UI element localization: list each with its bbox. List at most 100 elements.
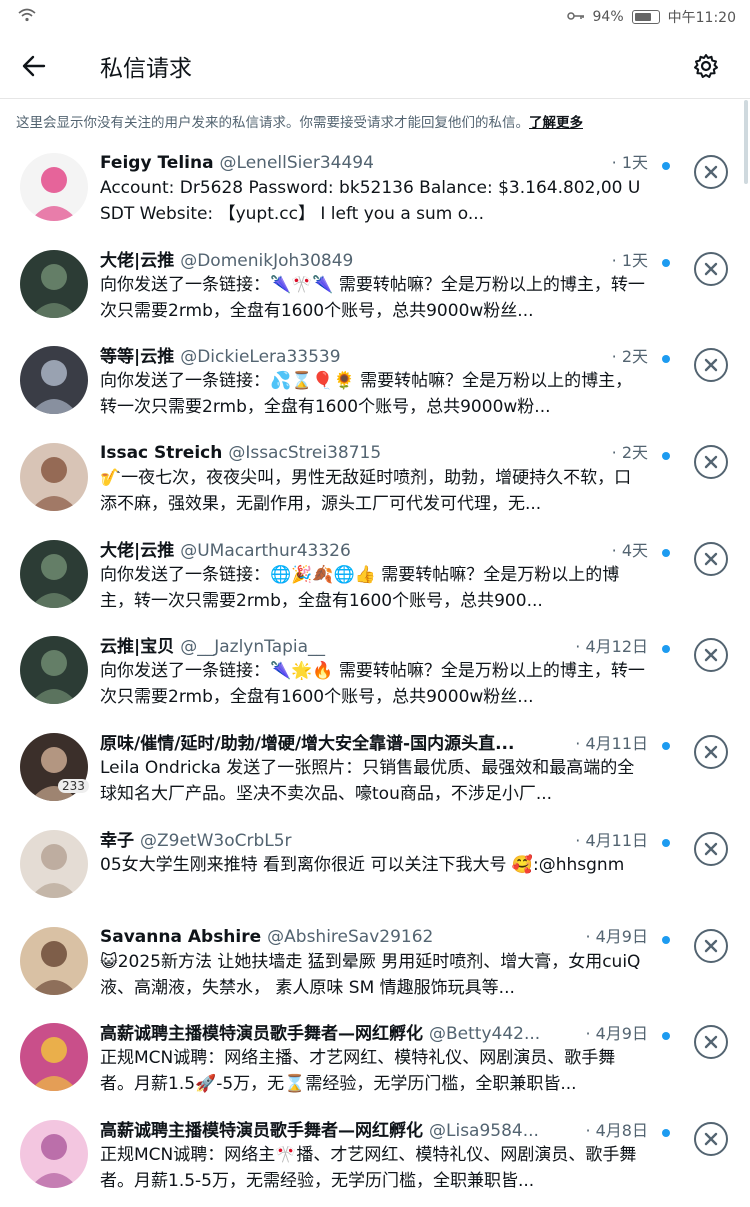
request-row[interactable]: 高薪诚聘主播模特演员歌手舞者—网红孵化 @Lisa9584... · 4月8日 … xyxy=(0,1110,750,1207)
battery-level: 94% xyxy=(592,9,624,25)
request-row[interactable]: 等等|云推 @DickieLera33539 · 2天 向你发送了一条链接：💦⌛… xyxy=(0,336,750,433)
arrow-left-icon xyxy=(22,55,46,77)
close-icon xyxy=(704,939,718,952)
unread-dot xyxy=(662,935,670,944)
learn-more-link[interactable]: 了解更多 xyxy=(529,115,583,131)
avatar[interactable] xyxy=(20,249,88,318)
sender-name: 大佬|云推 xyxy=(100,250,175,271)
sender-name: 高薪诚聘主播模特演员歌手舞者—网红孵化 xyxy=(100,1024,423,1045)
request-row[interactable]: 大佬|云推 @DomenikJoh30849 · 1天 向你发送了一条链接：🌂🎌… xyxy=(0,240,750,337)
unread-dot xyxy=(662,1032,670,1041)
scrollbar[interactable] xyxy=(744,100,748,184)
sender-handle: @LenellSier34494 xyxy=(219,153,374,173)
request-row[interactable]: 云推|宝贝 @__JazlynTapia__ · 4月12日 向你发送了一条链接… xyxy=(0,626,750,723)
dismiss-button[interactable] xyxy=(694,445,728,480)
request-content[interactable]: 等等|云推 @DickieLera33539 · 2天 向你发送了一条链接：💦⌛… xyxy=(100,342,648,420)
notice-text: 这里会显示你没有关注的用户发来的私信请求。你需要接受请求才能回复他们的私信。 xyxy=(16,115,529,131)
avatar[interactable] xyxy=(20,1119,88,1188)
message-preview: 😺2025新方法 让她扶墙走 猛到晕厥 男用延时喷剂、增大膏，女用cuiQ液、高… xyxy=(100,951,641,998)
sender-handle: @UMacarthur43326 xyxy=(180,540,351,561)
dismiss-button[interactable] xyxy=(694,638,728,673)
sender-handle: @Z9etW3oCrbL5r xyxy=(140,830,292,851)
dismiss-button[interactable] xyxy=(694,928,728,963)
timestamp: · 4月11日 xyxy=(575,734,648,754)
request-content[interactable]: 云推|宝贝 @__JazlynTapia__ · 4月12日 向你发送了一条链接… xyxy=(100,632,648,710)
sender-name: Issac Streich xyxy=(100,443,223,464)
sender-name: 大佬|云推 xyxy=(100,540,175,561)
request-content[interactable]: 高薪诚聘主播模特演员歌手舞者—网红孵化 @Lisa9584... · 4月8日 … xyxy=(100,1116,648,1194)
unread-dot xyxy=(662,742,670,751)
unread-count-badge: 233 xyxy=(58,779,89,794)
request-row[interactable]: 233 原味/催情/延时/助勃/增硬/增大安全靠谱-国内源头直... · 4月1… xyxy=(0,723,750,820)
request-row[interactable]: Issac Streich @IssacStrei38715 · 2天 🎷一夜七… xyxy=(0,433,750,530)
unread-dot xyxy=(662,838,670,847)
request-row[interactable]: Feigy Telina @LenellSier34494 · 1天 Accou… xyxy=(0,143,750,240)
request-content[interactable]: Savanna Abshire @AbshireSav29162 · 4月9日 … xyxy=(100,923,648,1001)
sender-name: 云推|宝贝 xyxy=(100,637,175,658)
avatar[interactable] xyxy=(20,153,88,221)
dismiss-button[interactable] xyxy=(694,541,728,576)
request-content[interactable]: 原味/催情/延时/助勃/增硬/增大安全靠谱-国内源头直... · 4月11日 L… xyxy=(100,729,648,807)
timestamp: · 4天 xyxy=(611,540,648,560)
message-preview: 正规MCN诚聘：网络主播、才艺网红、模特礼仪、网剧演员、歌手舞者。月薪1.5🚀-… xyxy=(100,1048,616,1095)
timestamp: · 4月9日 xyxy=(585,926,648,946)
dismiss-button[interactable] xyxy=(694,348,728,383)
request-row[interactable]: 幸子 @Z9etW3oCrbL5r · 4月11日 05女大学生刚来推特 看到离… xyxy=(0,820,750,917)
dismiss-button[interactable] xyxy=(694,831,728,866)
timestamp: · 1天 xyxy=(611,250,648,270)
unread-dot xyxy=(662,452,670,461)
request-content[interactable]: Feigy Telina @LenellSier34494 · 1天 Accou… xyxy=(100,149,648,227)
avatar[interactable] xyxy=(20,636,88,705)
page-title: 私信请求 xyxy=(100,56,192,82)
avatar[interactable] xyxy=(20,346,88,415)
wifi-icon xyxy=(18,8,36,26)
dismiss-button[interactable] xyxy=(694,1025,728,1060)
request-content[interactable]: 大佬|云推 @UMacarthur43326 · 4天 向你发送了一条链接：🌐🎉… xyxy=(100,536,648,614)
sender-handle: @Lisa9584... xyxy=(429,1120,539,1141)
avatar[interactable] xyxy=(20,539,88,608)
request-row[interactable]: 大佬|云推 @UMacarthur43326 · 4天 向你发送了一条链接：🌐🎉… xyxy=(0,530,750,627)
settings-button[interactable] xyxy=(686,46,726,86)
unread-dot xyxy=(662,645,670,654)
timestamp: · 4月12日 xyxy=(575,637,648,657)
sender-name: 原味/催情/延时/助勃/增硬/增大安全靠谱-国内源头直... xyxy=(100,734,515,755)
sender-handle: @DomenikJoh30849 xyxy=(180,250,354,271)
dismiss-button[interactable] xyxy=(694,735,728,770)
request-row[interactable]: Savanna Abshire @AbshireSav29162 · 4月9日 … xyxy=(0,917,750,1014)
dismiss-button[interactable] xyxy=(694,155,728,189)
request-content[interactable]: 高薪诚聘主播模特演员歌手舞者—网红孵化 @Betty442... · 4月9日 … xyxy=(100,1019,648,1097)
message-preview: 向你发送了一条链接：🌐🎉🍂🌐👍 需要转帖嘛？全是万粉以上的博主，转一次只需要2r… xyxy=(100,564,620,611)
sender-name: Feigy Telina xyxy=(100,153,214,173)
dismiss-button[interactable] xyxy=(694,1121,728,1156)
avatar[interactable] xyxy=(20,1023,88,1092)
sender-name: Savanna Abshire xyxy=(100,926,262,947)
close-icon xyxy=(704,262,718,275)
back-button[interactable] xyxy=(22,44,66,88)
unread-dot xyxy=(662,1128,670,1137)
dismiss-button[interactable] xyxy=(694,251,728,286)
avatar[interactable] xyxy=(20,926,88,995)
timestamp: · 4月8日 xyxy=(585,1120,648,1140)
close-icon xyxy=(704,552,718,565)
message-preview: Account: Dr5628 Password: bk52136 Balanc… xyxy=(100,178,641,224)
unread-dot xyxy=(662,162,670,170)
sender-name: 高薪诚聘主播模特演员歌手舞者—网红孵化 xyxy=(100,1120,423,1141)
avatar[interactable] xyxy=(20,829,88,898)
request-content[interactable]: Issac Streich @IssacStrei38715 · 2天 🎷一夜七… xyxy=(100,439,648,517)
close-icon xyxy=(704,649,718,662)
message-preview: 向你发送了一条链接：🌂🌟🔥 需要转帖嘛？全是万粉以上的博主，转一次只需要2rmb… xyxy=(100,661,645,708)
request-content[interactable]: 大佬|云推 @DomenikJoh30849 · 1天 向你发送了一条链接：🌂🎌… xyxy=(100,246,648,324)
message-preview: 正规MCN诚聘：网络主🎌播、才艺网红、模特礼仪、网剧演员、歌手舞者。月薪1.5-… xyxy=(100,1144,637,1191)
key-icon xyxy=(566,9,585,25)
request-content[interactable]: 幸子 @Z9etW3oCrbL5r · 4月11日 05女大学生刚来推特 看到离… xyxy=(100,826,648,904)
timestamp: · 4月9日 xyxy=(585,1024,648,1044)
request-row[interactable]: 高薪诚聘主播模特演员歌手舞者—网红孵化 @Betty442... · 4月9日 … xyxy=(0,1013,750,1110)
close-icon xyxy=(704,1132,718,1146)
unread-dot xyxy=(662,355,670,364)
close-icon xyxy=(704,842,718,856)
message-preview: Leila Ondricka 发送了一张照片：只销售最优质、最强效和最高端的全球… xyxy=(100,758,635,805)
message-preview: 向你发送了一条链接：💦⌛🎈🌻 需要转帖嘛？全是万粉以上的博主，转一次只需要2rm… xyxy=(100,371,633,418)
avatar[interactable] xyxy=(20,443,88,512)
battery-icon xyxy=(631,10,660,24)
unread-dot xyxy=(662,548,670,557)
